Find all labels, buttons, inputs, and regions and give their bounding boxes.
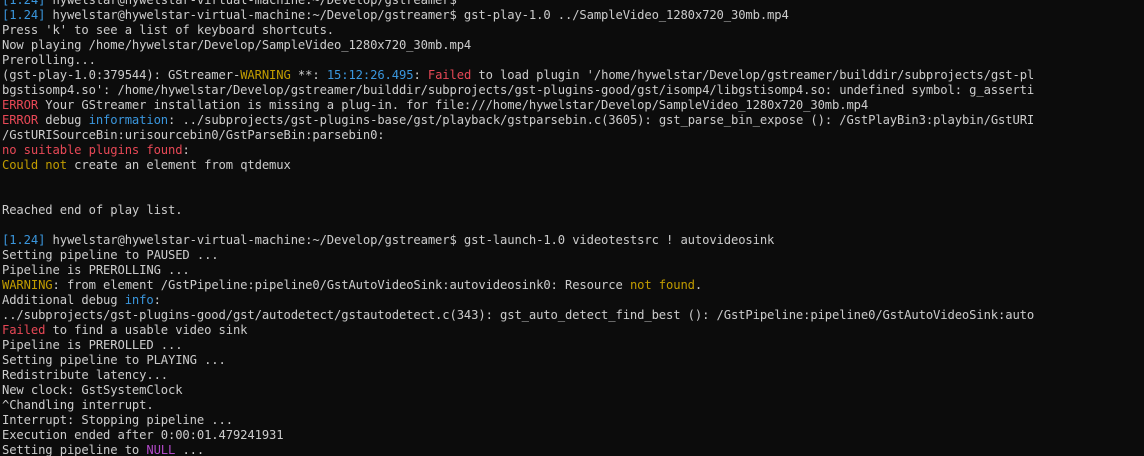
output-segment: hywelstar@hywelstar-virtual-machine:~/De… xyxy=(45,0,457,7)
output-segment: : ../subprojects/gst-plugins-base/gst/pl… xyxy=(168,113,1035,127)
terminal-line: Pipeline is PREROLLING ... xyxy=(2,263,1144,278)
output-segment: ... xyxy=(175,443,205,456)
output-segment: : xyxy=(182,143,190,157)
output-segment: ERROR xyxy=(2,113,39,127)
output-segment: : from element /GstPipeline:pipeline0/Gs… xyxy=(52,278,630,292)
output-segment: information xyxy=(88,113,169,127)
terminal-line: Setting pipeline to NULL ... xyxy=(2,443,1144,456)
terminal-output: [1.24] hywelstar@hywelstar-virtual-machi… xyxy=(2,0,1144,456)
terminal-line: ^Chandling interrupt. xyxy=(2,398,1144,413)
output-segment: WARNING xyxy=(240,68,291,82)
output-segment: Setting pipeline to PLAYING ... xyxy=(2,353,226,367)
output-segment: Failed xyxy=(2,323,46,337)
prompt-tag: [1.24] xyxy=(2,0,46,7)
output-segment: NULL xyxy=(146,443,176,456)
output-segment: Setting pipeline to PAUSED ... xyxy=(2,248,219,262)
output-segment: Execution ended after 0:00:01.479241931 xyxy=(2,428,284,442)
output-segment: 15:12:26.495 xyxy=(326,68,414,82)
terminal-line: Pipeline is PREROLLED ... xyxy=(2,338,1144,353)
terminal-line: ERROR debug information: ../subprojects/… xyxy=(2,113,1144,128)
prompt-tag: [1.24] xyxy=(2,8,46,22)
output-segment: hywelstar@hywelstar-virtual-machine:~/De… xyxy=(45,233,775,247)
output-segment: Press 'k' to see a list of keyboard shor… xyxy=(2,23,335,37)
output-segment: : xyxy=(413,68,428,82)
output-segment: to find a usable video sink xyxy=(45,323,248,337)
terminal-line: Could not create an element from qtdemux xyxy=(2,158,1144,173)
output-segment: (gst-play-1.0:379544): GStreamer- xyxy=(2,68,241,82)
terminal-line: ../subprojects/gst-plugins-good/gst/auto… xyxy=(2,308,1144,323)
output-segment: not found xyxy=(629,278,695,292)
terminal-line: no suitable plugins found: xyxy=(2,143,1144,158)
output-segment: Redistribute latency... xyxy=(2,368,169,382)
terminal-line: Prerolling... xyxy=(2,53,1144,68)
terminal-line: /GstURISourceBin:urisourcebin0/GstParseB… xyxy=(2,128,1144,143)
prompt-tag: [1.24] xyxy=(2,233,46,247)
output-segment: Pipeline is PREROLLING ... xyxy=(2,263,190,277)
terminal-line: New clock: GstSystemClock xyxy=(2,383,1144,398)
output-segment: /GstURISourceBin:urisourcebin0/GstParseB… xyxy=(2,128,385,142)
terminal-line: Setting pipeline to PAUSED ... xyxy=(2,248,1144,263)
terminal-line: Reached end of play list. xyxy=(2,203,1144,218)
output-segment: hywelstar@hywelstar-virtual-machine:~/De… xyxy=(45,8,789,22)
terminal-line: Interrupt: Stopping pipeline ... xyxy=(2,413,1144,428)
terminal-line: Press 'k' to see a list of keyboard shor… xyxy=(2,23,1144,38)
terminal-line: [1.24] hywelstar@hywelstar-virtual-machi… xyxy=(2,8,1144,23)
terminal-line: [1.24] hywelstar@hywelstar-virtual-machi… xyxy=(2,0,1144,8)
terminal-line: Additional debug info: xyxy=(2,293,1144,308)
output-segment: New clock: GstSystemClock xyxy=(2,383,183,397)
terminal-line: Failed to find a usable video sink xyxy=(2,323,1144,338)
output-segment: Now playing /home/hywelstar/Develop/Samp… xyxy=(2,38,472,52)
output-segment: ^Chandling interrupt. xyxy=(2,398,154,412)
output-segment: to load plugin '/home/hywelstar/Develop/… xyxy=(471,68,1035,82)
output-segment: create an element from qtdemux xyxy=(66,158,291,172)
output-segment: **: xyxy=(290,68,327,82)
terminal-line: (gst-play-1.0:379544): GStreamer-WARNING… xyxy=(2,68,1144,83)
terminal-line: WARNING: from element /GstPipeline:pipel… xyxy=(2,278,1144,293)
output-segment: Prerolling... xyxy=(2,53,96,67)
output-segment: Pipeline is PREROLLED ... xyxy=(2,338,183,352)
output-segment: WARNING xyxy=(2,278,53,292)
output-segment: debug xyxy=(38,113,89,127)
output-segment: : xyxy=(153,293,161,307)
output-segment: Interrupt: Stopping pipeline ... xyxy=(2,413,233,427)
output-segment: info xyxy=(124,293,154,307)
terminal-line: ERROR Your GStreamer installation is mis… xyxy=(2,98,1144,113)
terminal-line: Execution ended after 0:00:01.479241931 xyxy=(2,428,1144,443)
output-segment: Failed xyxy=(427,68,472,82)
terminal-line: Now playing /home/hywelstar/Develop/Samp… xyxy=(2,38,1144,53)
output-segment: bgstisomp4.so': /home/hywelstar/Develop/… xyxy=(2,83,1035,97)
output-segment: ../subprojects/gst-plugins-good/gst/auto… xyxy=(2,308,1035,322)
output-segment: Your GStreamer installation is missing a… xyxy=(38,98,869,112)
terminal-line: bgstisomp4.so': /home/hywelstar/Develop/… xyxy=(2,83,1144,98)
terminal-line: Redistribute latency... xyxy=(2,368,1144,383)
terminal-window[interactable]: [1.24] hywelstar@hywelstar-virtual-machi… xyxy=(0,0,1144,456)
terminal-line: Setting pipeline to PLAYING ... xyxy=(2,353,1144,368)
output-segment: Could not xyxy=(2,158,67,172)
output-segment: no suitable plugins found xyxy=(2,143,183,157)
output-segment: Additional debug xyxy=(2,293,125,307)
terminal-line: [1.24] hywelstar@hywelstar-virtual-machi… xyxy=(2,233,1144,248)
output-segment: . xyxy=(694,278,703,292)
output-segment: Setting pipeline to xyxy=(2,443,147,456)
output-segment: Reached end of play list. xyxy=(2,203,183,217)
output-segment: ERROR xyxy=(2,98,39,112)
